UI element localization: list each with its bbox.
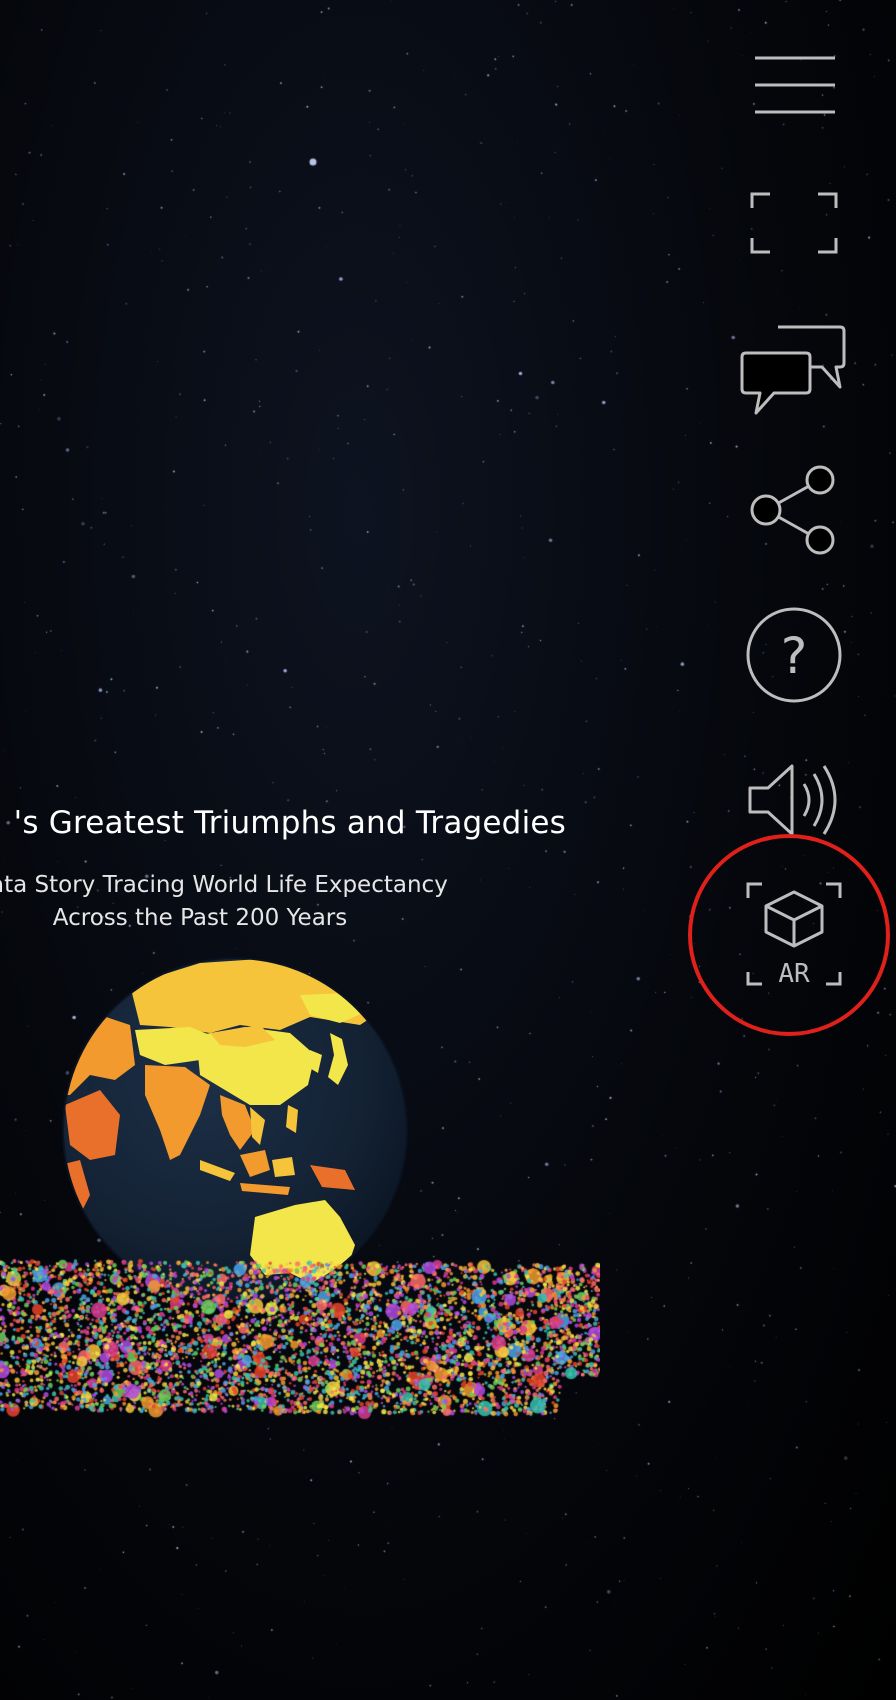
- help-glyph: ?: [781, 627, 808, 685]
- help-button[interactable]: ?: [738, 600, 850, 710]
- story-title: 's Greatest Triumphs and Tragedies: [13, 805, 566, 841]
- share-icon: [750, 465, 835, 555]
- story-subtitle-line-2: Across the Past 200 Years: [52, 905, 348, 931]
- story-subtitle: ata Story Tracing World Life Expectancy …: [0, 869, 448, 935]
- sound-icon: [748, 764, 837, 836]
- fullscreen-button[interactable]: [738, 178, 850, 268]
- menu-button[interactable]: [738, 40, 850, 130]
- chat-icon: [740, 325, 846, 415]
- country-particles-visual: [0, 1240, 600, 1420]
- ar-highlight-circle: [688, 834, 890, 1036]
- story-stage: 's Greatest Triumphs and Tragedies ata S…: [0, 0, 896, 1700]
- menu-icon: [755, 56, 835, 114]
- fullscreen-icon: [750, 192, 838, 254]
- comments-button[interactable]: [738, 315, 850, 425]
- help-icon: ?: [746, 607, 842, 703]
- share-button[interactable]: [738, 455, 850, 565]
- story-subtitle-line-1: ata Story Tracing World Life Expectancy: [0, 872, 448, 898]
